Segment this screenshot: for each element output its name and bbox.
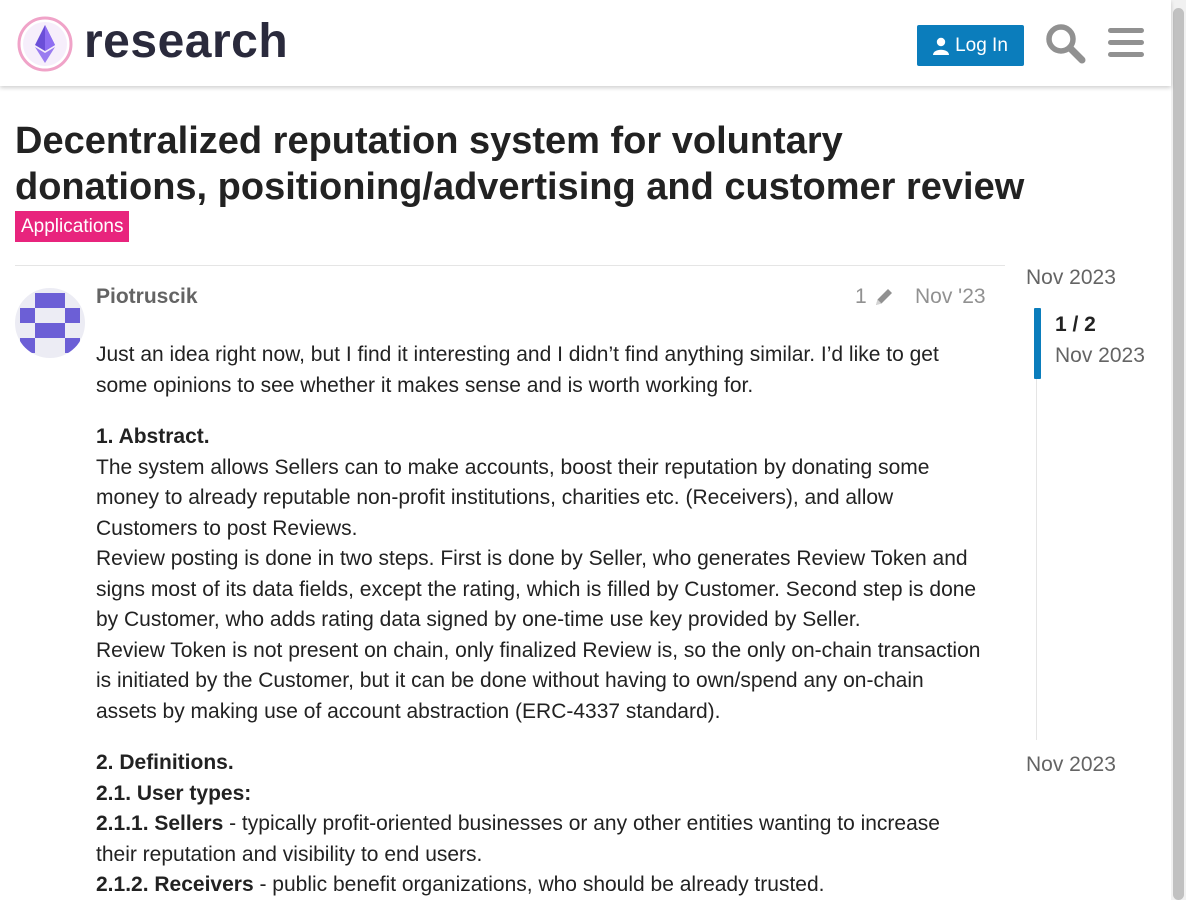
post-intro: Just an idea right now, but I find it in… [96, 343, 939, 397]
avatar[interactable] [15, 288, 85, 358]
receivers-term: 2.1.2. Receivers [96, 873, 254, 896]
category-badge[interactable]: Applications [15, 211, 130, 242]
site-header: research Log In [0, 0, 1171, 86]
abstract-paragraph-1: The system allows Sellers can to make ac… [96, 455, 930, 540]
timeline-position: 1 / 2 [1055, 313, 1096, 336]
timeline-start-date[interactable]: Nov 2023 [1026, 266, 1116, 290]
hamburger-menu-icon[interactable] [1106, 22, 1148, 64]
timeline-end-date[interactable]: Nov 2023 [1026, 753, 1116, 777]
sellers-term: 2.1.1. Sellers [96, 812, 224, 835]
post-author[interactable]: Piotruscik [96, 285, 198, 309]
login-button[interactable]: Log In [917, 25, 1024, 66]
sellers-definition: 2.1.1. Sellers - typically profit-orient… [96, 809, 986, 870]
login-label: Log In [955, 34, 1008, 56]
topic-title[interactable]: Decentralized reputation system for volu… [15, 118, 1045, 210]
abstract-paragraph-3: Review Token is not present on chain, on… [96, 638, 981, 723]
abstract-section: 1. Abstract. The system allows Sellers c… [96, 422, 986, 727]
edit-history-button[interactable]: 1 [855, 285, 895, 309]
abstract-heading: 1. Abstract. [96, 425, 210, 448]
site-name[interactable]: research [84, 14, 288, 70]
sellers-description: - typically profit-oriented businesses o… [96, 812, 940, 866]
timeline-current-date: Nov 2023 [1055, 344, 1145, 367]
receivers-definition: 2.1.2. Receivers - public benefit organi… [96, 870, 986, 901]
edit-count: 1 [855, 285, 867, 308]
abstract-paragraph-2: Review posting is done in two steps. Fir… [96, 547, 977, 631]
site-logo[interactable] [16, 15, 74, 73]
definitions-section: 2. Definitions. 2.1. User types: 2.1.1. … [96, 748, 986, 901]
timeline-handle[interactable] [1034, 308, 1041, 379]
search-icon[interactable] [1044, 22, 1086, 64]
avatar-pattern [15, 288, 85, 358]
user-types-heading: 2.1. User types: [96, 781, 252, 805]
definitions-heading: 2. Definitions. [96, 751, 234, 774]
pencil-icon [875, 289, 892, 305]
scrollbar-thumb[interactable] [1173, 8, 1184, 900]
post-date[interactable]: Nov '23 [915, 285, 986, 309]
receivers-description: - public benefit organizations, who shou… [253, 873, 825, 896]
user-icon [933, 37, 950, 55]
post-body: Just an idea right now, but I find it in… [96, 340, 986, 922]
divider [15, 265, 1005, 266]
